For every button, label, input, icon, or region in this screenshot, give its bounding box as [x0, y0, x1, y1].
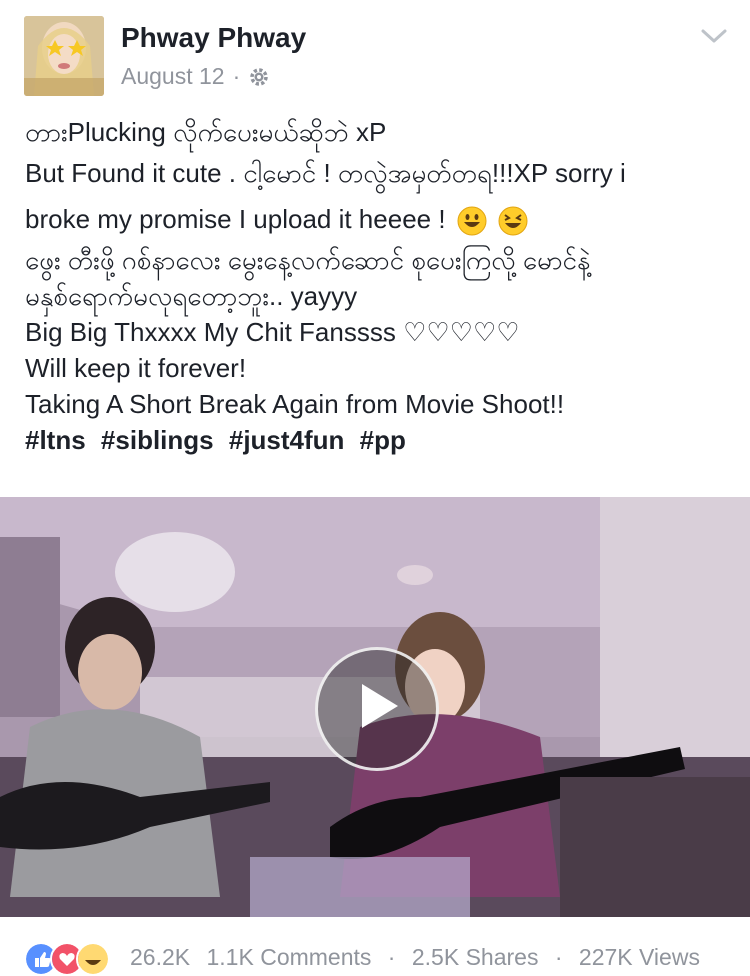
chevron-down-icon[interactable]	[700, 26, 728, 46]
post-text: တားPlucking လိုက်ပေးမယ်ဆိုဘဲ xP But Foun…	[25, 114, 740, 458]
post-text-line: Taking A Short Break Again from Movie Sh…	[25, 389, 565, 419]
post-date[interactable]: August 12	[121, 63, 225, 90]
post-text-line: broke my promise I upload it heeee !	[25, 204, 446, 234]
play-button[interactable]	[315, 647, 439, 771]
avatar-photo	[24, 16, 104, 96]
stats-dot: ·	[387, 944, 396, 970]
reaction-count[interactable]: 26.2K	[130, 944, 190, 970]
post-footer: 26.2K 1.1K Comments · 2.5K Shares · 227K…	[0, 930, 750, 976]
laughing-emoji-icon	[498, 206, 528, 236]
post-text-line: But Found it cute . ငါ့မောင် ! တလွဲအမှတ်…	[25, 158, 626, 188]
haha-reaction-icon	[76, 942, 110, 976]
hashtag-link[interactable]: #siblings	[101, 425, 214, 455]
post-meta: August 12 ·	[121, 63, 270, 90]
post-text-line: Will keep it forever!	[25, 353, 247, 383]
hashtag-link[interactable]: #ltns	[25, 425, 86, 455]
stats-dot: ·	[554, 944, 563, 970]
post-text-line: Big Big Thxxxx My Chit Fanssss ♡♡♡♡♡	[25, 317, 520, 347]
shares-link[interactable]: 2.5K Shares	[412, 944, 539, 970]
avatar[interactable]	[24, 16, 104, 96]
hashtag-link[interactable]: #pp	[360, 425, 406, 455]
video-player[interactable]	[0, 497, 750, 917]
comments-link[interactable]: 1.1K Comments	[207, 944, 372, 970]
play-icon	[362, 684, 398, 728]
smiley-emoji-icon	[457, 206, 487, 236]
author-name[interactable]: Phway Phway	[121, 22, 306, 54]
reaction-icons[interactable]	[24, 942, 110, 976]
hashtag-list: #ltns #siblings #just4fun #pp	[25, 422, 740, 458]
post-text-line: ဖွေး တီးဖို့ ဂစ်နာလေး မွေးနေ့လက်ဆောင် စု…	[25, 245, 591, 275]
meta-separator: ·	[232, 63, 241, 89]
post-text-line: မနှစ်ရောက်မလုရတော့ဘူး.. yayyy	[25, 281, 358, 311]
gear-icon	[250, 67, 269, 86]
post-text-line: တားPlucking လိုက်ပေးမယ်ဆိုဘဲ xP	[25, 117, 387, 147]
post-text-line-emoji: broke my promise I upload it heeee !	[25, 196, 740, 242]
post-header: Phway Phway August 12 ·	[0, 0, 750, 110]
views-count: 227K Views	[578, 944, 700, 970]
hashtag-link[interactable]: #just4fun	[229, 425, 345, 455]
